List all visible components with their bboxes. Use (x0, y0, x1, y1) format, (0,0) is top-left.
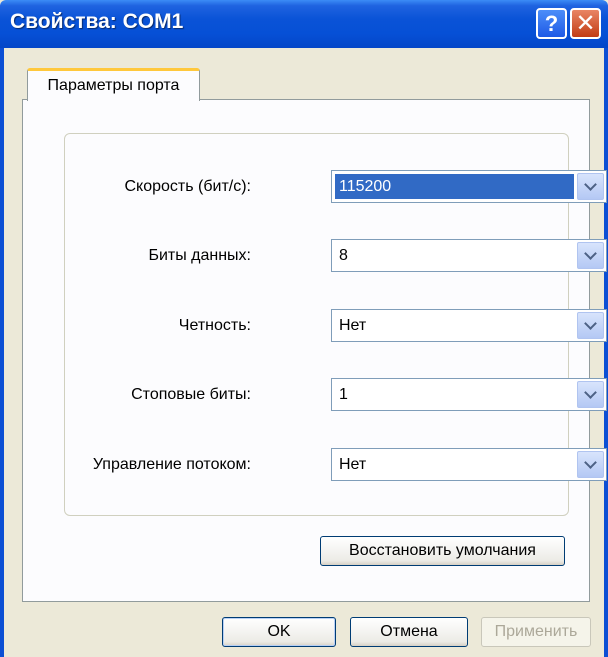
cancel-button[interactable]: Отмена (350, 617, 468, 647)
tab-panel: Скорость (бит/с): 115200 Биты данных: 8 … (22, 99, 607, 602)
chevron-down-icon (584, 247, 597, 260)
stop-bits-value: 1 (339, 386, 348, 403)
apply-button[interactable]: Применить (481, 617, 591, 647)
close-button[interactable]: ✕ (570, 8, 601, 39)
title-bar[interactable]: Свойства: COM1 ? ✕ (0, 0, 608, 48)
flow-control-value: Нет (339, 456, 367, 473)
stop-bits-dropdown-button[interactable] (577, 381, 604, 408)
stop-bits-label: Стоповые биты: (131, 386, 251, 403)
tab-port-settings[interactable]: Параметры порта (27, 68, 200, 101)
chevron-down-icon (584, 386, 597, 399)
window-title: Свойства: COM1 (10, 10, 184, 33)
chevron-down-icon (584, 317, 597, 330)
window-border-left (0, 48, 4, 657)
data-bits-label: Биты данных: (148, 247, 251, 264)
restore-defaults-button[interactable]: Восстановить умолчания (320, 536, 565, 566)
data-bits-select[interactable]: 8 (331, 239, 607, 272)
ok-button[interactable]: OK (222, 617, 336, 647)
baud-rate-label: Скорость (бит/с): (124, 178, 251, 195)
data-bits-dropdown-button[interactable] (577, 242, 604, 269)
flow-control-select[interactable]: Нет (331, 448, 607, 481)
baud-rate-select[interactable]: 115200 (331, 170, 607, 203)
baud-rate-dropdown-button[interactable] (577, 173, 604, 200)
help-button[interactable]: ? (536, 8, 567, 39)
close-icon: ✕ (575, 10, 596, 37)
help-icon: ? (544, 10, 559, 36)
baud-rate-value: 115200 (335, 174, 574, 199)
window-border-right (604, 48, 608, 657)
parity-label: Четность: (178, 317, 251, 334)
settings-group: Скорость (бит/с): 115200 Биты данных: 8 … (64, 133, 607, 516)
data-bits-value: 8 (339, 247, 348, 264)
parity-value: Нет (339, 317, 367, 334)
chevron-down-icon (584, 178, 597, 191)
parity-dropdown-button[interactable] (577, 312, 604, 339)
parity-select[interactable]: Нет (331, 309, 607, 342)
stop-bits-select[interactable]: 1 (331, 378, 607, 411)
flow-control-dropdown-button[interactable] (577, 451, 604, 478)
chevron-down-icon (584, 456, 597, 469)
flow-control-label: Управление потоком: (92, 456, 251, 473)
